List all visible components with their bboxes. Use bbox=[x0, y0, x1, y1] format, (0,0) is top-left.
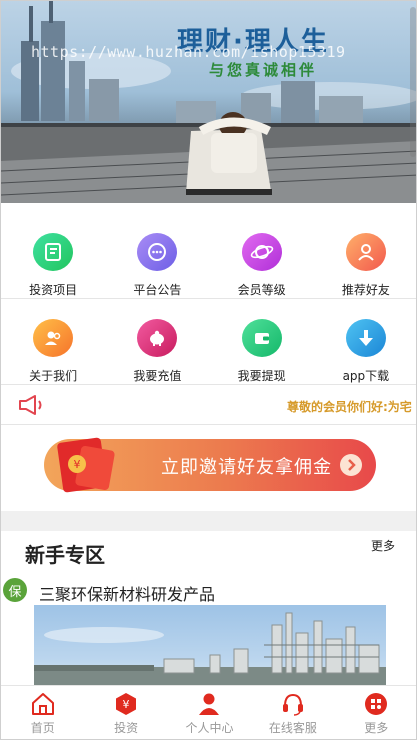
menu-item-label: 平台公告 bbox=[133, 283, 182, 297]
document-icon bbox=[33, 233, 74, 271]
home-icon bbox=[31, 693, 54, 715]
menu-item-label: 我要提现 bbox=[237, 369, 286, 383]
menu-item-about-us[interactable]: 关于我们 bbox=[1, 299, 105, 384]
menu-item-invest-projects[interactable]: 投资项目 bbox=[1, 213, 105, 298]
product-title[interactable]: 三聚环保新材料研发产品 bbox=[39, 581, 215, 605]
yen-icon: ¥ bbox=[116, 693, 137, 715]
section-title: 新手专区 bbox=[25, 543, 105, 567]
planet-icon bbox=[241, 233, 282, 271]
svg-text:¥: ¥ bbox=[123, 698, 130, 711]
menu-item-announcements[interactable]: 平台公告 bbox=[105, 213, 209, 298]
menu-item-label: 关于我们 bbox=[29, 369, 78, 383]
guarantee-badge: 保 bbox=[3, 578, 27, 602]
notice-bar[interactable]: 尊敬的会员你们好:为宅 bbox=[1, 385, 416, 425]
banner-subtitle: 与您真诚相伴 bbox=[209, 61, 318, 79]
menu-item-label: app下载 bbox=[342, 369, 390, 383]
app-screen: 理财·理人生 与您真诚相伴 https://www.huzhan.com/ish… bbox=[0, 0, 417, 740]
tab-label: 投资 bbox=[114, 721, 139, 735]
watermark-text: https://www.huzhan.com/ishop15319 bbox=[31, 43, 346, 61]
person-icon bbox=[199, 693, 220, 715]
tab-invest[interactable]: ¥ 投资 bbox=[84, 686, 167, 739]
red-envelope-icon: ¥ bbox=[57, 437, 115, 493]
menu-item-label: 投资项目 bbox=[29, 283, 78, 297]
menu-item-member-level[interactable]: 会员等级 bbox=[210, 213, 314, 298]
more-icon bbox=[365, 693, 388, 715]
download-icon bbox=[345, 319, 386, 357]
menu-item-app-download[interactable]: app下载 bbox=[314, 299, 416, 384]
menu-item-label: 我要充值 bbox=[133, 369, 182, 383]
factory-illustration bbox=[34, 612, 386, 685]
bottom-tab-bar: 首页 ¥ 投资 个人中心 在线客服 更多 bbox=[1, 685, 416, 739]
tab-online-service[interactable]: 在线客服 bbox=[251, 686, 334, 739]
tab-personal-center[interactable]: 个人中心 bbox=[168, 686, 251, 739]
section-divider bbox=[1, 511, 416, 531]
more-link[interactable]: 更多 bbox=[371, 537, 395, 554]
scrollbar[interactable] bbox=[410, 7, 416, 157]
notice-marquee-text: 尊敬的会员你们好:为宅 bbox=[287, 400, 412, 414]
chevron-right-icon bbox=[340, 454, 362, 476]
menu-grid-row-2: 关于我们 我要充值 我要提现 app下载 bbox=[1, 299, 416, 385]
invite-text: 立即邀请好友拿佣金 bbox=[161, 457, 332, 478]
menu-item-label: 会员等级 bbox=[237, 283, 286, 297]
user-badge-icon bbox=[345, 233, 386, 271]
product-image[interactable] bbox=[34, 605, 386, 685]
chat-bubble-icon bbox=[137, 233, 178, 271]
megaphone-icon bbox=[19, 395, 42, 415]
menu-grid-row-1: 投资项目 平台公告 会员等级 推荐好友 bbox=[1, 213, 416, 299]
headset-icon bbox=[282, 693, 303, 716]
tab-label: 个人中心 bbox=[185, 721, 234, 735]
tab-label: 更多 bbox=[364, 721, 389, 735]
users-icon bbox=[33, 319, 74, 357]
tab-more[interactable]: 更多 bbox=[335, 686, 416, 739]
tab-label: 在线客服 bbox=[268, 721, 317, 735]
svg-text:¥: ¥ bbox=[74, 458, 81, 471]
tab-home[interactable]: 首页 bbox=[1, 686, 84, 739]
menu-item-withdraw[interactable]: 我要提现 bbox=[210, 299, 314, 384]
menu-item-recharge[interactable]: 我要充值 bbox=[105, 299, 209, 384]
wallet-icon bbox=[241, 319, 282, 357]
piggy-bank-icon bbox=[137, 319, 178, 357]
tab-label: 首页 bbox=[30, 721, 55, 735]
menu-item-refer-friends[interactable]: 推荐好友 bbox=[314, 213, 416, 298]
menu-item-label: 推荐好友 bbox=[341, 283, 390, 297]
hero-banner[interactable]: 理财·理人生 与您真诚相伴 https://www.huzhan.com/ish… bbox=[1, 1, 416, 203]
